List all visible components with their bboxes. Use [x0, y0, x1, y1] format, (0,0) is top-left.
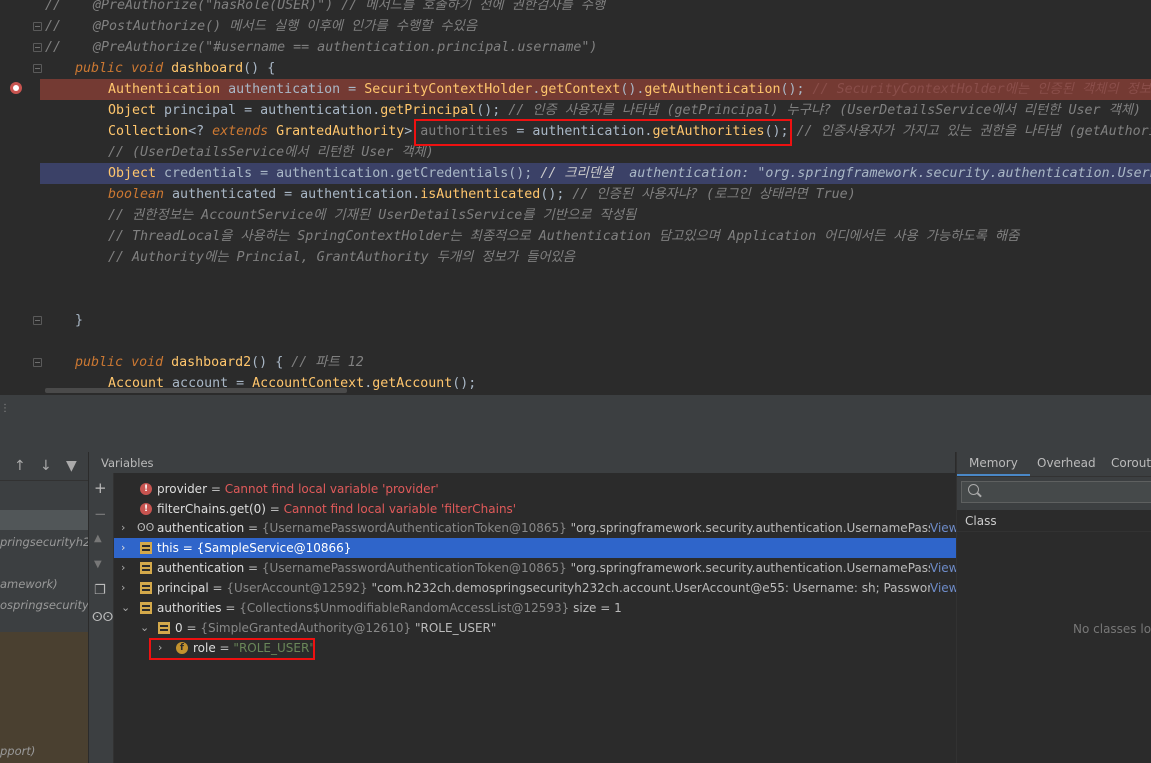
frame-item[interactable]: amework): [0, 574, 88, 594]
frame-item[interactable]: pringsecurityh232: [0, 532, 88, 552]
chevron-right-icon[interactable]: ›: [121, 538, 125, 558]
error-icon: !: [140, 483, 152, 495]
debug-toolbar-area: [0, 423, 1151, 452]
chevron-right-icon[interactable]: ›: [121, 578, 125, 598]
editor-gutter[interactable]: [0, 0, 60, 395]
variable-row[interactable]: ⌄ authorities = {Collections$Unmodifiabl…: [114, 598, 956, 618]
frames-toolbar: ↑ ↓ ▼: [0, 452, 88, 481]
code-line-method-signature: public void dashboard() {: [75, 61, 276, 76]
code-line: // Authority에는 Princial, GrantAuthority …: [108, 250, 576, 265]
code-line: // @PreAuthorize("#username == authentic…: [45, 40, 598, 55]
frame-item[interactable]: pport): [0, 741, 88, 761]
remove-icon[interactable]: −: [94, 505, 107, 523]
variables-header: Variables: [89, 452, 955, 473]
code-line: Object principal = authentication.getPri…: [108, 103, 1142, 118]
fold-marker-icon[interactable]: [33, 358, 42, 367]
field-icon: [140, 562, 152, 574]
glasses-icon[interactable]: ⵙⵙ: [92, 610, 113, 624]
variable-row[interactable]: ! provider = Cannot find local variable …: [114, 479, 956, 499]
arrow-up-icon[interactable]: ↑: [14, 458, 26, 474]
highlight-box: [149, 638, 315, 660]
chevron-down-icon[interactable]: ⌄: [140, 618, 149, 638]
field-icon: [158, 622, 170, 634]
fold-marker-icon[interactable]: [33, 43, 42, 52]
code-line: // ThreadLocal을 사용하는 SpringContextHolder…: [108, 229, 1020, 244]
variable-row[interactable]: › principal = {UserAccount@12592} "com.h…: [114, 578, 956, 598]
move-up-icon[interactable]: ▲: [94, 533, 102, 544]
frames-panel: ↑ ↓ ▼ pringsecurityh232 amework) ospring…: [0, 452, 88, 763]
code-line-breakpoint: Authentication authentication = Security…: [40, 79, 1151, 100]
field-icon: [140, 542, 152, 554]
chevron-down-icon[interactable]: ⌄: [121, 598, 130, 618]
memory-tabs: Memory Overhead Coroutin: [957, 452, 1151, 477]
variable-row-selected[interactable]: › this = {SampleService@10866}: [114, 538, 956, 558]
copy-icon[interactable]: ❐: [94, 583, 106, 598]
variables-tree[interactable]: ! provider = Cannot find local variable …: [114, 473, 956, 763]
code-line-execution-point: Object credentials = authentication.getC…: [40, 163, 1151, 184]
fold-marker-icon[interactable]: [33, 316, 42, 325]
filter-icon[interactable]: ▼: [66, 458, 77, 474]
tab-memory[interactable]: Memory: [957, 456, 1030, 476]
drag-handle-icon[interactable]: ⋮: [0, 403, 10, 414]
view-link[interactable]: View: [930, 578, 956, 598]
variables-title: Variables: [101, 456, 154, 470]
memory-panel: Memory Overhead Coroutin Class No classe…: [956, 452, 1151, 763]
class-column-header[interactable]: Class: [957, 510, 1151, 532]
empty-state-text: No classes load: [1073, 622, 1151, 636]
watch-icon: ʘʘ: [137, 521, 155, 534]
code-line: // @PostAuthorize() 메서드 실행 이후에 인가를 수행할 수…: [45, 19, 478, 34]
memory-search-input[interactable]: [961, 481, 1151, 503]
variable-row[interactable]: › ʘʘ authentication = {UsernamePasswordA…: [114, 518, 956, 538]
code-editor[interactable]: // @PreAuthorize("hasRole(USER)") // 메서드…: [0, 0, 1151, 395]
field-icon: [140, 582, 152, 594]
tab-overhead[interactable]: Overhead: [1037, 456, 1096, 470]
chevron-right-icon[interactable]: ›: [121, 558, 125, 578]
add-icon[interactable]: +: [94, 479, 107, 497]
horizontal-scrollbar[interactable]: [45, 388, 347, 393]
view-link[interactable]: View: [930, 558, 956, 578]
variable-row[interactable]: › authentication = {UsernamePasswordAuth…: [114, 558, 956, 578]
search-icon: [968, 484, 979, 495]
variable-row[interactable]: ⌄ 0 = {SimpleGrantedAuthority@12610} "RO…: [114, 618, 956, 638]
fold-marker-icon[interactable]: [33, 22, 42, 31]
tab-coroutines[interactable]: Coroutin: [1111, 456, 1151, 470]
memory-class-list[interactable]: [957, 532, 1151, 763]
tool-window-divider[interactable]: ⋮: [0, 395, 1151, 424]
chevron-right-icon[interactable]: ›: [121, 518, 125, 538]
code-line: boolean authenticated = authentication.i…: [108, 187, 856, 202]
code-line-method-signature: public void dashboard2() { // 파트 12: [75, 355, 364, 370]
variable-row[interactable]: ! filterChains.get(0) = Cannot find loca…: [114, 499, 956, 519]
code-line-closing-brace: }: [75, 313, 84, 328]
fold-marker-icon[interactable]: [33, 64, 42, 73]
frame-item[interactable]: [0, 510, 88, 530]
breakpoint-icon[interactable]: [10, 82, 22, 94]
variables-toolbar: + − ▲ ▼ ❐ ⵙⵙ: [89, 473, 114, 763]
code-line: // @PreAuthorize("hasRole(USER)") // 메서드…: [45, 0, 606, 13]
field-icon: [140, 602, 152, 614]
arrow-down-icon[interactable]: ↓: [40, 458, 52, 474]
view-link[interactable]: View: [930, 518, 956, 538]
move-down-icon[interactable]: ▼: [94, 559, 102, 570]
error-icon: !: [140, 503, 152, 515]
frame-item[interactable]: ospringsecurityh: [0, 595, 88, 615]
highlight-box: [414, 119, 792, 146]
code-line: // 권한정보는 AccountService에 기재된 UserDetails…: [108, 208, 637, 223]
